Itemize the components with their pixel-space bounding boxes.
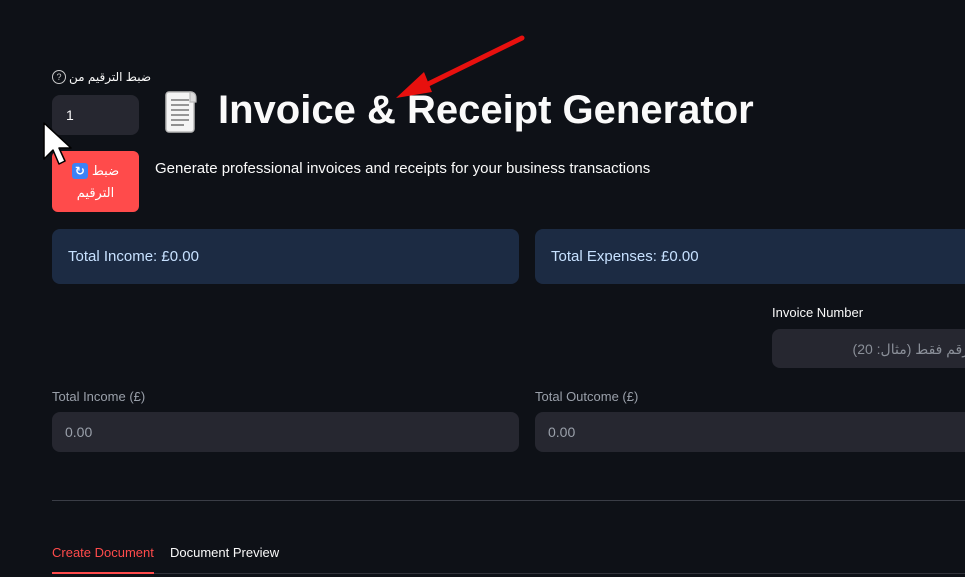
total-income-field: 0.00	[52, 412, 519, 452]
start-number-label: ضبط الترقيم من ?	[52, 70, 151, 84]
annotation-arrow-icon	[396, 35, 525, 98]
invoice-number-input[interactable]	[772, 329, 965, 368]
page-subtitle: Generate professional invoices and recei…	[155, 160, 651, 177]
total-outcome-label: Total Outcome (£)	[535, 389, 639, 404]
app-page: ضبط الترقيم من ? 1 ضبط ↻ الترقيم Invoice…	[0, 0, 965, 577]
total-income-banner: Total Income: £0.00	[52, 229, 519, 284]
active-tab-indicator	[52, 572, 154, 574]
invoice-number-label: Invoice Number	[772, 305, 864, 320]
refresh-icon: ↻	[71, 162, 88, 179]
total-outcome-field: 0.00	[535, 412, 965, 452]
total-income-label: Total Income (£)	[52, 389, 146, 404]
help-icon[interactable]: ?	[52, 70, 66, 84]
start-number-label-text: ضبط الترقيم من	[69, 70, 152, 84]
tab-document-preview[interactable]: Document Preview	[170, 545, 279, 560]
section-divider	[52, 500, 965, 501]
tab-bar-line	[52, 573, 965, 574]
reset-button-line1: ضبط	[91, 162, 120, 178]
mouse-cursor-icon	[43, 122, 72, 165]
receipt-icon	[165, 91, 197, 133]
reset-button-line2: الترقيم	[76, 184, 115, 200]
tab-create-document[interactable]: Create Document	[52, 545, 154, 560]
total-expenses-banner: Total Expenses: £0.00	[535, 229, 965, 284]
